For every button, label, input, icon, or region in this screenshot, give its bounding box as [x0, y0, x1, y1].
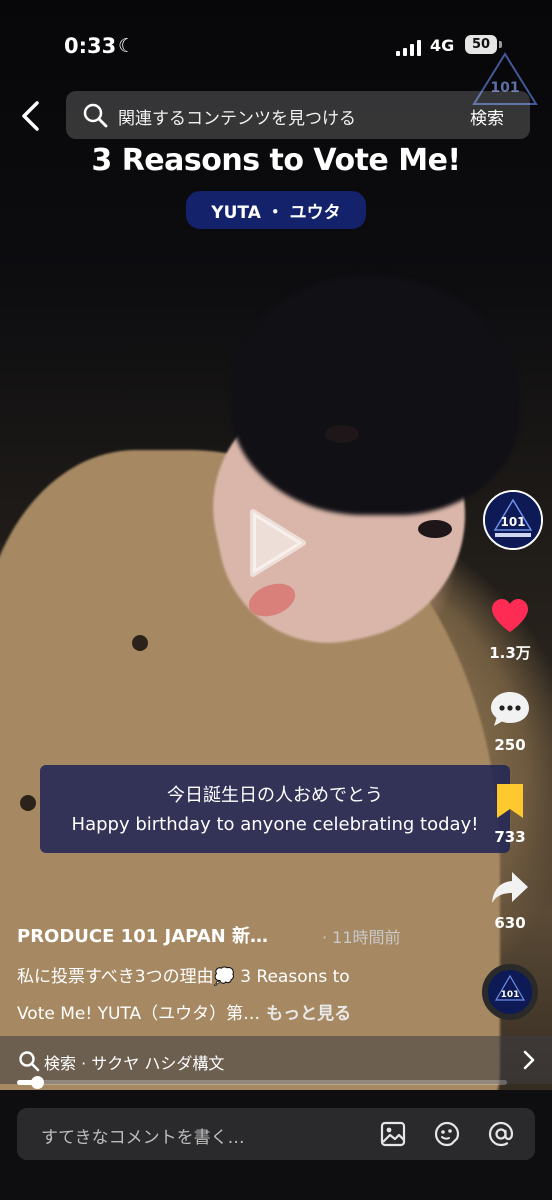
- author-name[interactable]: PRODUCE 101 JAPAN 新…: [17, 922, 268, 948]
- caption-line: 私に投票すべき3つの理由💭 3 Reasons to: [17, 967, 350, 987]
- video-subject-eye: [325, 425, 359, 443]
- comment-icon: [491, 692, 529, 726]
- video-title: 3 Reasons to Vote Me!: [91, 143, 461, 178]
- share-count: 630: [494, 914, 526, 932]
- heart-icon: [492, 599, 528, 632]
- comment-count: 250: [494, 736, 526, 754]
- search-bar[interactable]: 関連するコンテンツを見つける 検索: [66, 91, 530, 139]
- jacket-button: [20, 795, 36, 811]
- creator-avatar[interactable]: 101: [483, 490, 543, 550]
- see-more-link[interactable]: もっと見る: [266, 1004, 351, 1024]
- subtitle-english: Happy birthday to anyone celebrating tod…: [71, 814, 479, 835]
- search-button[interactable]: 検索: [470, 104, 504, 129]
- produce101-logo: 101: [485, 492, 541, 548]
- related-search-label: 検索 · サクヤ ハシダ構文: [44, 1054, 225, 1073]
- music-disc[interactable]: 101: [482, 964, 538, 1020]
- play-icon[interactable]: [247, 508, 307, 578]
- jacket-button: [132, 635, 148, 651]
- comment-input[interactable]: すてきなコメントを書く…: [17, 1108, 535, 1160]
- comment-button[interactable]: 250: [478, 690, 542, 754]
- related-search-bar[interactable]: 検索 · サクヤ ハシダ構文: [0, 1036, 552, 1084]
- signal-icon: [396, 40, 421, 56]
- produce101-logo: 101: [488, 970, 532, 1014]
- video-subtitles: 今日誕生日の人おめでとう Happy birthday to anyone ce…: [40, 765, 510, 853]
- search-icon: [19, 1051, 40, 1072]
- search-input[interactable]: 関連するコンテンツを見つける: [118, 104, 356, 129]
- video-name-tag: YUTA ・ ユウタ: [186, 191, 366, 229]
- moon-icon: ☾: [118, 35, 136, 57]
- video-progress-track[interactable]: [17, 1080, 507, 1085]
- battery-nub: [499, 41, 502, 48]
- comment-placeholder: すてきなコメントを書く…: [41, 1128, 245, 1148]
- save-button[interactable]: 733: [478, 782, 542, 846]
- like-count: 1.3万: [489, 644, 531, 662]
- like-button[interactable]: 1.3万: [478, 598, 542, 663]
- emoji-sticker-icon[interactable]: [433, 1120, 461, 1148]
- save-count: 733: [494, 828, 526, 846]
- video-subject-eye: [418, 520, 452, 538]
- share-arrow-icon: [492, 872, 528, 903]
- mention-icon[interactable]: [487, 1120, 515, 1148]
- subtitle-japanese: 今日誕生日の人おめでとう: [167, 785, 383, 806]
- bookmark-icon: [497, 784, 523, 818]
- post-time: · 11時間前: [322, 928, 401, 947]
- network-type: 4G: [430, 36, 455, 55]
- share-button[interactable]: 630: [478, 870, 542, 932]
- video-subject-hair: [230, 275, 520, 515]
- status-time: 0:33: [64, 34, 117, 58]
- video-progress-handle[interactable]: [31, 1076, 44, 1089]
- caption-text: Vote Me! YUTA（ユウタ）第…: [17, 1004, 261, 1024]
- caption-line: Vote Me! YUTA（ユウタ）第… もっと見る: [17, 999, 351, 1024]
- svg-text:101: 101: [500, 515, 525, 529]
- search-icon: [83, 103, 108, 128]
- svg-text:101: 101: [501, 990, 520, 1000]
- chevron-right-icon: [523, 1050, 535, 1070]
- back-button[interactable]: [18, 100, 44, 132]
- image-icon[interactable]: [379, 1120, 407, 1148]
